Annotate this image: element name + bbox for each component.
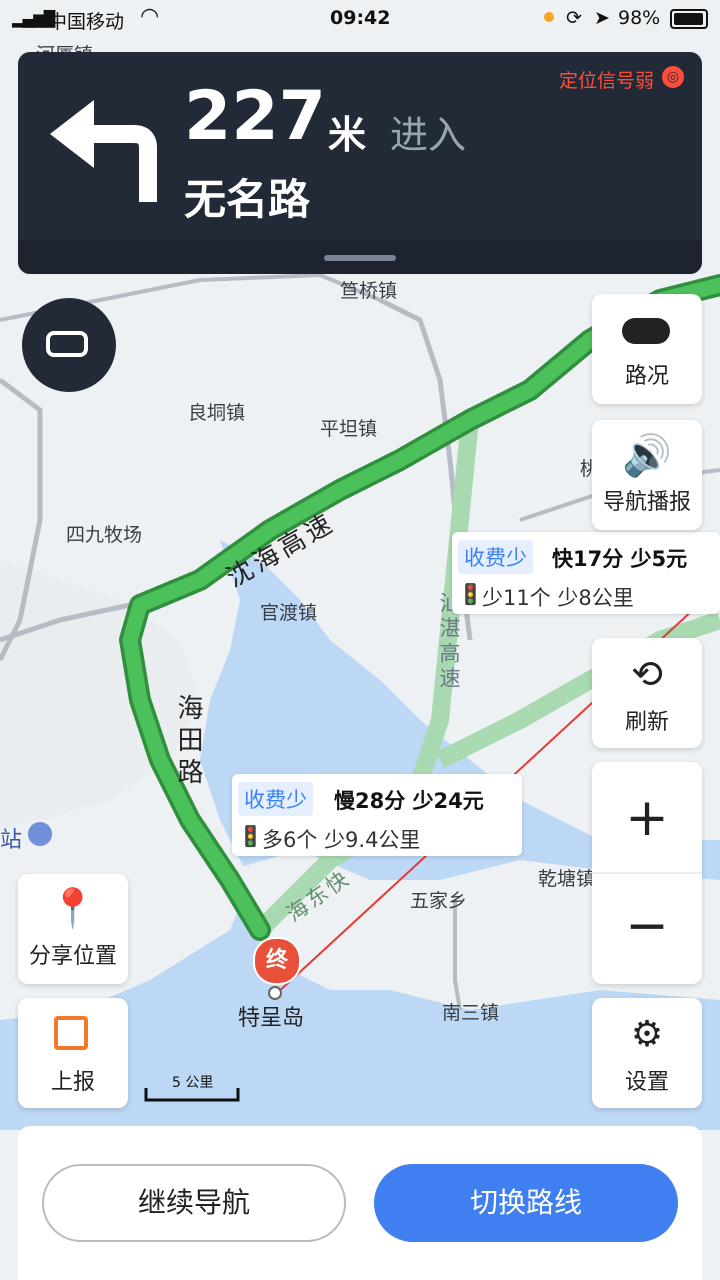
refresh-label: 刷新	[624, 710, 669, 735]
road-label-haitian: 海田路	[173, 694, 203, 790]
scale-label: 5 公里	[172, 1075, 214, 1091]
share-location-label: 分享位置	[28, 944, 117, 969]
map-label-town: 笪桥镇	[340, 280, 398, 302]
battery-percent: 98%	[618, 7, 661, 29]
location-indicator-icon	[544, 12, 554, 22]
share-location-button[interactable]: 📍 分享位置	[18, 874, 128, 984]
turn-instruction-panel[interactable]: 227 米 进入 无名路 定位信号弱 ◎	[18, 52, 702, 274]
wifi-icon: ◠	[140, 4, 160, 29]
location-pin-icon: 📍	[49, 886, 97, 930]
traffic-icon	[622, 318, 670, 344]
battery-icon	[670, 9, 708, 29]
zoom-divider	[592, 872, 702, 874]
signal-warning: 定位信号弱	[558, 70, 654, 92]
weak-signal-icon: ◎	[662, 66, 684, 88]
traffic-button[interactable]: 路况	[592, 294, 702, 404]
zoom-out-button[interactable]: −	[592, 888, 702, 964]
traffic-light-icon: 🚦	[458, 582, 483, 606]
refresh-button[interactable]: ⟲ 刷新	[592, 638, 702, 748]
settings-label: 设置	[624, 1070, 669, 1095]
route-tip-2[interactable]: 收费少 慢28分 少24元 🚦 多6个 少9.4公里	[232, 774, 522, 856]
status-bar: ▂▄▆█ 中国移动 ◠ 09:42 ⟳ ➤ 98%	[0, 0, 720, 40]
map-label-town: 乾塘镇	[538, 868, 596, 890]
map-label-town: 南三镇	[442, 1002, 500, 1024]
route-summary: 多6个 少9.4公里	[262, 828, 421, 852]
map-label-town: 平坦镇	[320, 418, 378, 440]
turn-action: 进入	[390, 113, 467, 157]
zoom-control: + −	[592, 762, 702, 984]
route-time-cost: 慢28分 少24元	[334, 789, 484, 813]
status-time: 09:42	[330, 7, 391, 29]
location-arrow-icon: ➤	[594, 7, 610, 29]
map-label-town: 良垌镇	[188, 402, 246, 424]
next-road-name: 无名路	[184, 175, 311, 224]
carrier-label: 中国移动	[48, 11, 125, 33]
route-tag: 收费少	[238, 782, 313, 816]
gear-icon: ⚙	[630, 1014, 664, 1055]
map-label-town: 官渡镇	[260, 602, 318, 624]
map-label-island: 特呈岛	[238, 1006, 305, 1031]
route-tag: 收费少	[458, 540, 533, 574]
turn-distance: 227	[184, 77, 326, 156]
traffic-label: 路况	[624, 364, 669, 389]
switch-route-button[interactable]: 切换路线	[374, 1164, 678, 1242]
traffic-light-icon: 🚦	[238, 824, 263, 848]
route-summary: 少11个 少8公里	[482, 586, 634, 610]
rotation-lock-icon: ⟳	[566, 7, 582, 29]
overview-icon	[46, 331, 88, 357]
distance-unit: 米	[328, 113, 367, 157]
speaker-icon: 🔊	[622, 433, 672, 479]
continue-navigation-button[interactable]: 继续导航	[42, 1164, 346, 1242]
drag-handle[interactable]	[324, 255, 396, 261]
bottom-action-panel: 继续导航 切换路线	[18, 1126, 702, 1280]
zoom-in-button[interactable]: +	[592, 780, 702, 856]
map-label-town: 四九牧场	[66, 524, 143, 546]
map-label-town: 五家乡	[410, 890, 468, 912]
route-tip-1[interactable]: 收费少 快17分 少5元 🚦 少11个 少8公里	[452, 532, 720, 614]
route-time-cost: 快17分 少5元	[552, 547, 688, 571]
destination-marker[interactable]: 终	[253, 937, 301, 985]
settings-button[interactable]: ⚙ 设置	[592, 998, 702, 1108]
turn-left-arrow-icon	[50, 100, 157, 202]
report-label: 上报	[50, 1070, 95, 1095]
map-label-station: 站	[0, 828, 23, 853]
broadcast-label: 导航播报	[602, 490, 691, 515]
overview-toggle-button[interactable]	[22, 298, 116, 392]
report-button[interactable]: 上报	[18, 998, 128, 1108]
edit-icon	[54, 1016, 88, 1050]
refresh-icon: ⟲	[631, 652, 663, 696]
broadcast-button[interactable]: 🔊 导航播报	[592, 420, 702, 530]
